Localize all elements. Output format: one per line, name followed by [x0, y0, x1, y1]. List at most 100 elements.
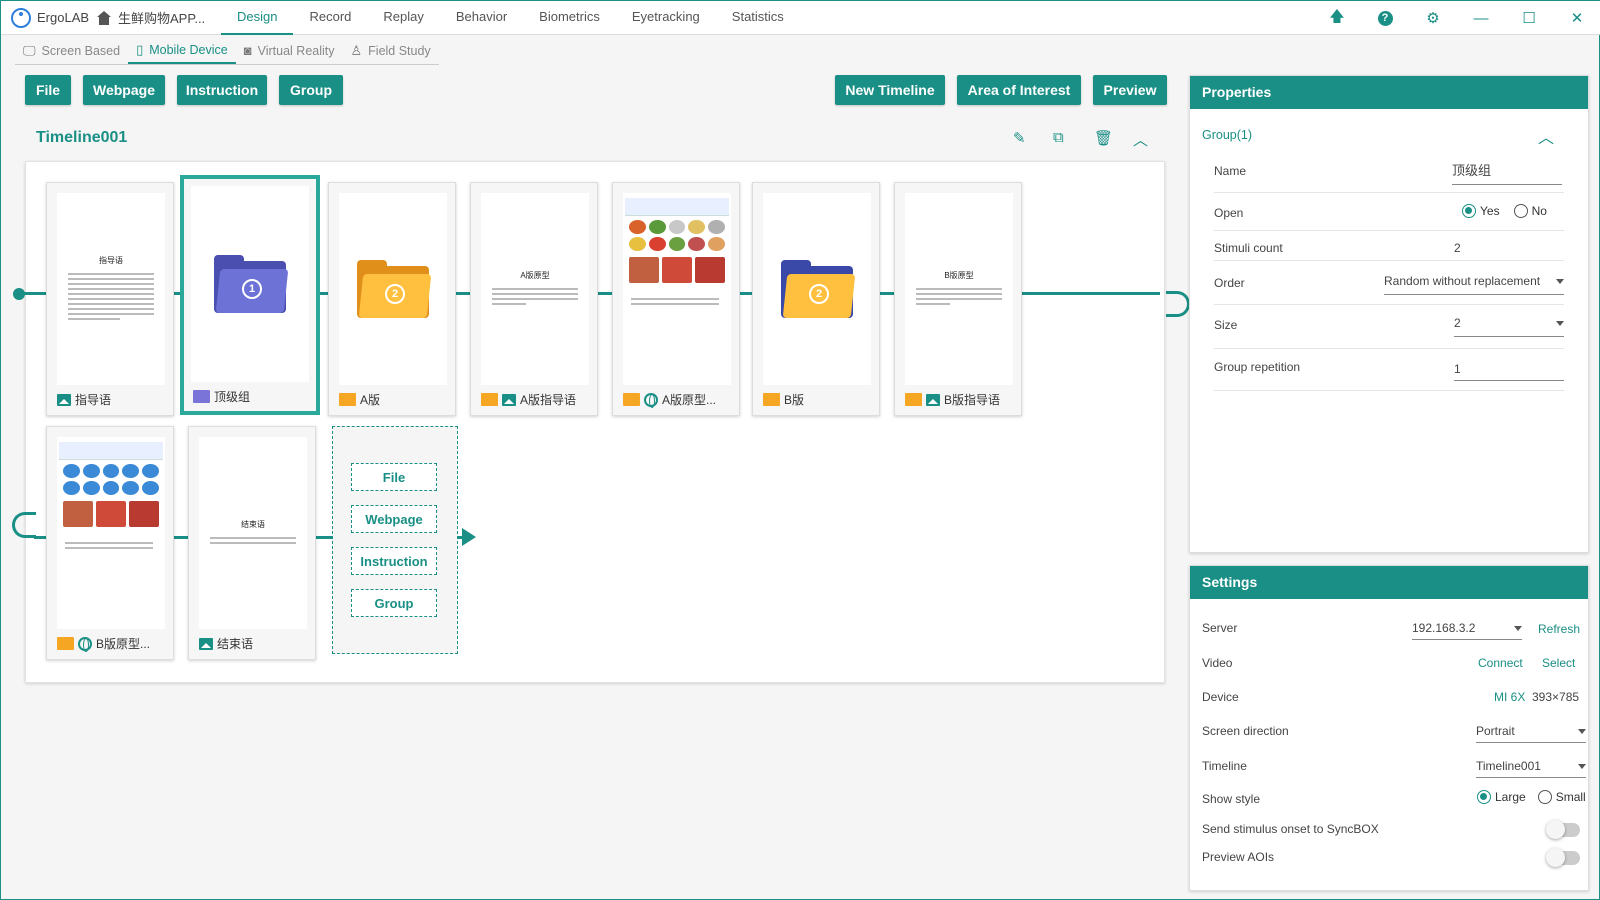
title-bar: ErgoLAB 生鲜购物APP... Design Record Replay …	[1, 1, 1600, 35]
stimulus-card-a-prototype[interactable]: A版原型...	[612, 182, 740, 416]
stimulus-card-group-b[interactable]: 2 B版	[752, 182, 880, 416]
globe-icon	[78, 636, 92, 652]
radio-label: No	[1531, 204, 1547, 218]
settings-button[interactable]: ⚙	[1409, 1, 1457, 35]
gear-icon: ⚙	[1426, 10, 1440, 27]
app-window: ErgoLAB 生鲜购物APP... Design Record Replay …	[0, 0, 1600, 900]
video-label: Video	[1202, 656, 1233, 670]
stimulus-card-a-instruction[interactable]: A版原型 A版指导语	[470, 182, 598, 416]
mode-tabs: 🖵 Screen Based ▯ Mobile Device ◙ Virtual Re…	[15, 37, 439, 65]
add-group-button[interactable]: Group	[279, 75, 343, 105]
stimulus-card-group-top[interactable]: 1 顶级组	[180, 175, 320, 415]
dropzone-webpage-button[interactable]: Webpage	[351, 505, 437, 533]
folder-icon: 1	[214, 255, 289, 313]
radio-checked-icon	[1462, 204, 1476, 218]
add-webpage-button[interactable]: Webpage	[83, 75, 165, 105]
help-button[interactable]: ?	[1361, 1, 1409, 35]
app-screenshot	[59, 442, 163, 624]
device-resolution: 393×785	[1532, 690, 1580, 704]
dropzone-file-button[interactable]: File	[351, 463, 437, 491]
tab-field-study[interactable]: ♙ Field Study	[343, 37, 439, 64]
select-link[interactable]: Select	[1542, 656, 1575, 670]
dropzone-group-button[interactable]: Group	[351, 589, 437, 617]
ergolab-logo-icon	[11, 7, 31, 28]
minimize-button[interactable]: —	[1457, 1, 1505, 35]
menu-biometrics[interactable]: Biometrics	[523, 1, 616, 35]
close-button[interactable]: ✕	[1553, 1, 1600, 35]
syncbox-toggle[interactable]	[1546, 820, 1580, 839]
image-icon	[926, 393, 940, 406]
tab-label: Screen Based	[41, 43, 121, 58]
menu-replay[interactable]: Replay	[367, 1, 439, 35]
project-name: 生鲜购物APP...	[118, 11, 206, 26]
delete-icon[interactable]: 🗑	[1094, 129, 1113, 147]
doc-title: A版原型	[520, 271, 550, 280]
refresh-link[interactable]: Refresh	[1538, 622, 1580, 636]
add-instruction-button[interactable]: Instruction	[177, 75, 267, 105]
add-file-button[interactable]: File	[25, 75, 71, 105]
preview-aoi-label: Preview AOIs	[1202, 850, 1275, 864]
menu-design[interactable]: Design	[221, 1, 294, 35]
dropzone-instruction-button[interactable]: Instruction	[351, 547, 437, 575]
copy-icon[interactable]: ⧉	[1053, 129, 1064, 146]
menu-eyetracking[interactable]: Eyetracking	[616, 1, 716, 35]
maximize-button[interactable]: ☐	[1505, 1, 1553, 35]
server-value: 192.168.3.2	[1412, 621, 1476, 635]
stimulus-card-group-a[interactable]: 2 A版	[328, 182, 456, 416]
order-select[interactable]: Random without replacement	[1384, 274, 1564, 295]
tab-mobile-device[interactable]: ▯ Mobile Device	[128, 37, 236, 64]
name-input[interactable]: 顶级组	[1452, 160, 1491, 179]
connect-link[interactable]: Connect	[1478, 656, 1523, 670]
radio-label: Large	[1495, 790, 1526, 804]
card-name: A版	[360, 393, 381, 407]
collapse-icon[interactable]: ︿	[1133, 129, 1148, 150]
project-button[interactable]: 生鲜购物APP...	[96, 8, 221, 27]
caret-down-icon	[1556, 321, 1564, 326]
server-select[interactable]: 192.168.3.2	[1412, 621, 1522, 640]
edit-icon[interactable]: ✎	[1013, 129, 1026, 147]
card-name: 顶级组	[214, 390, 251, 404]
timeline-select[interactable]: Timeline001	[1476, 759, 1586, 778]
group-number: 1	[242, 279, 262, 299]
size-select[interactable]: 2	[1454, 316, 1564, 337]
maximize-icon: ☐	[1522, 10, 1536, 27]
screen-direction-select[interactable]: Portrait	[1476, 724, 1586, 743]
card-thumbnail: 结束语	[199, 437, 307, 629]
stimulus-card-b-instruction[interactable]: B版原型 B版指导语	[894, 182, 1022, 416]
preview-aoi-toggle[interactable]	[1546, 848, 1580, 867]
timeline-turn-right	[1166, 291, 1190, 317]
main-menu: Design Record Replay Behavior Biometrics…	[221, 1, 800, 35]
upload-button[interactable]: 🡅	[1313, 1, 1361, 35]
menu-behavior[interactable]: Behavior	[440, 1, 523, 35]
tab-label: Field Study	[368, 43, 431, 58]
group-header[interactable]: Group(1) ︿	[1202, 128, 1564, 147]
stimulus-card-end[interactable]: 结束语 结束语	[188, 426, 316, 660]
chevron-up-icon[interactable]: ︿	[1538, 124, 1554, 148]
folder-icon	[481, 393, 498, 406]
menu-record[interactable]: Record	[293, 1, 367, 35]
style-small-radio[interactable]: Small	[1537, 790, 1586, 804]
stimulus-card-instruction[interactable]: 指导语 指导语	[46, 182, 174, 416]
style-large-radio[interactable]: Large	[1477, 790, 1526, 804]
person-icon: ♙	[350, 42, 363, 58]
timeline-canvas: 指导语 指导语 1 顶级组 2 A版 A版原型 A版指导语 A版原型... 2 …	[12, 161, 1190, 683]
preview-button[interactable]: Preview	[1093, 75, 1167, 105]
tab-screen-based[interactable]: 🖵 Screen Based	[15, 37, 128, 64]
properties-title: Properties	[1190, 76, 1588, 109]
open-label: Open	[1214, 206, 1244, 220]
radio-label: Yes	[1480, 204, 1500, 218]
card-name: A版原型...	[662, 393, 717, 407]
stimulus-card-b-prototype[interactable]: B版原型...	[46, 426, 174, 660]
repetition-input[interactable]: 1	[1454, 362, 1564, 382]
image-icon	[502, 393, 516, 406]
new-timeline-button[interactable]: New Timeline	[835, 75, 945, 105]
tab-virtual-reality[interactable]: ◙ Virtual Reality	[236, 37, 343, 64]
card-label: 指导语	[57, 391, 111, 408]
app-screenshot	[625, 198, 729, 380]
card-name: B版	[784, 393, 805, 407]
open-no-radio[interactable]: No	[1513, 204, 1547, 218]
area-of-interest-button[interactable]: Area of Interest	[957, 75, 1081, 105]
card-thumbnail: 1	[191, 186, 309, 382]
menu-statistics[interactable]: Statistics	[716, 1, 800, 35]
open-yes-radio[interactable]: Yes	[1462, 204, 1500, 218]
